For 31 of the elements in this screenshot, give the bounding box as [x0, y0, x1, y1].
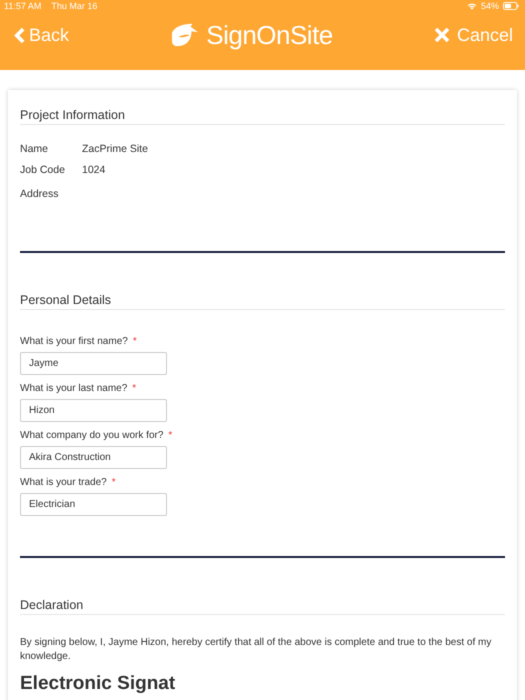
field-value: ZacPrime Site [82, 143, 148, 156]
section-heading: Declaration [20, 598, 505, 615]
section-heading: Personal Details [20, 293, 505, 310]
signature-heading: Electronic Signat [20, 673, 176, 695]
required-asterisk: * [168, 430, 172, 441]
question-label: What company do you work for? [20, 430, 164, 441]
field-value: 1024 [82, 164, 106, 177]
input-field[interactable]: Akira Construction [20, 446, 167, 469]
input-field[interactable]: Electrician [20, 493, 167, 516]
question-label: What is your first name? [20, 336, 128, 347]
status-time: 11:57 AM [4, 1, 42, 11]
status-date: Thu Mar 16 [51, 1, 98, 11]
chevron-left-icon [14, 26, 25, 44]
required-asterisk: * [132, 336, 137, 347]
logo-icon [170, 22, 200, 48]
declaration-text: By signing below, I, Jayme Hizon, hereby certify that all of the above is complete and true to the best of my knowledge. [20, 636, 492, 664]
close-icon [434, 27, 450, 43]
section-heading: Project Information [20, 108, 505, 125]
field-label: Address [20, 188, 60, 201]
question-label: What is your last name? [20, 383, 128, 394]
input-field[interactable]: Jayme [20, 352, 167, 375]
wifi-icon [466, 2, 477, 10]
field-label: Job Code [20, 164, 66, 177]
app-logo-text: SignOnSite [206, 20, 333, 50]
battery-percent: 54% [480, 1, 499, 11]
field-label: Name [20, 143, 50, 156]
question-label: What is your trade? [20, 477, 107, 488]
battery-icon [503, 2, 519, 10]
input-field[interactable]: Hizon [20, 399, 167, 422]
required-asterisk: * [112, 477, 116, 488]
required-asterisk: * [132, 383, 136, 394]
